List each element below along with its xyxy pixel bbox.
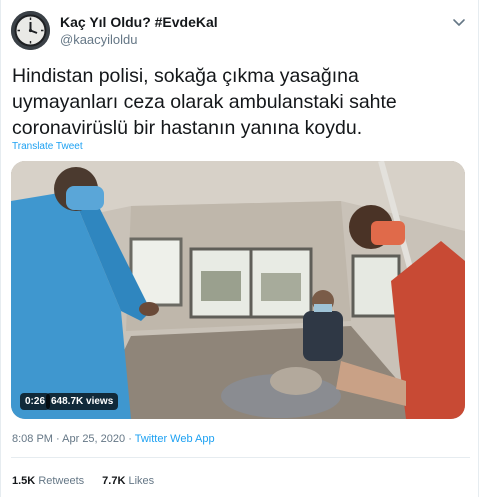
video-player[interactable]: 0:26 648.7K views (11, 161, 465, 419)
likes-stat[interactable]: 7.7K Likes (102, 475, 154, 487)
retweets-label: Retweets (38, 475, 85, 487)
tweet-stats: 1.5K Retweets 7.7K Likes (12, 475, 154, 487)
retweets-count: 1.5K (12, 475, 36, 487)
divider (11, 457, 470, 458)
avatar[interactable] (11, 11, 50, 50)
retweets-stat[interactable]: 1.5K Retweets (12, 475, 84, 487)
author-handle[interactable]: @kaacyiloldu (60, 32, 138, 47)
tweet-source-link[interactable]: Twitter Web App (135, 433, 215, 445)
tweet-time[interactable]: 8:08 PM (12, 433, 53, 445)
meta-separator: · (52, 433, 63, 445)
clock-avatar-icon (11, 11, 50, 50)
more-options-button[interactable] (451, 14, 467, 30)
video-views-badge: 648.7K views (46, 393, 119, 410)
meta-separator-2: · (125, 433, 135, 445)
author-name[interactable]: Kaç Yıl Oldu? #EvdeKal (60, 14, 218, 30)
tweet-date[interactable]: Apr 25, 2020 (62, 433, 125, 445)
likes-count: 7.7K (102, 475, 126, 487)
likes-label: Likes (128, 475, 155, 487)
tweet-card: Kaç Yıl Oldu? #EvdeKal @kaacyiloldu Hind… (0, 0, 479, 497)
tweet-metadata: 8:08 PM · Apr 25, 2020 · Twitter Web App (12, 433, 215, 445)
tweet-text: Hindistan polisi, sokağa çıkma yasağına … (12, 65, 397, 139)
video-thumbnail (11, 161, 465, 419)
chevron-down-icon (453, 19, 465, 26)
translate-tweet-link[interactable]: Translate Tweet (12, 141, 83, 152)
